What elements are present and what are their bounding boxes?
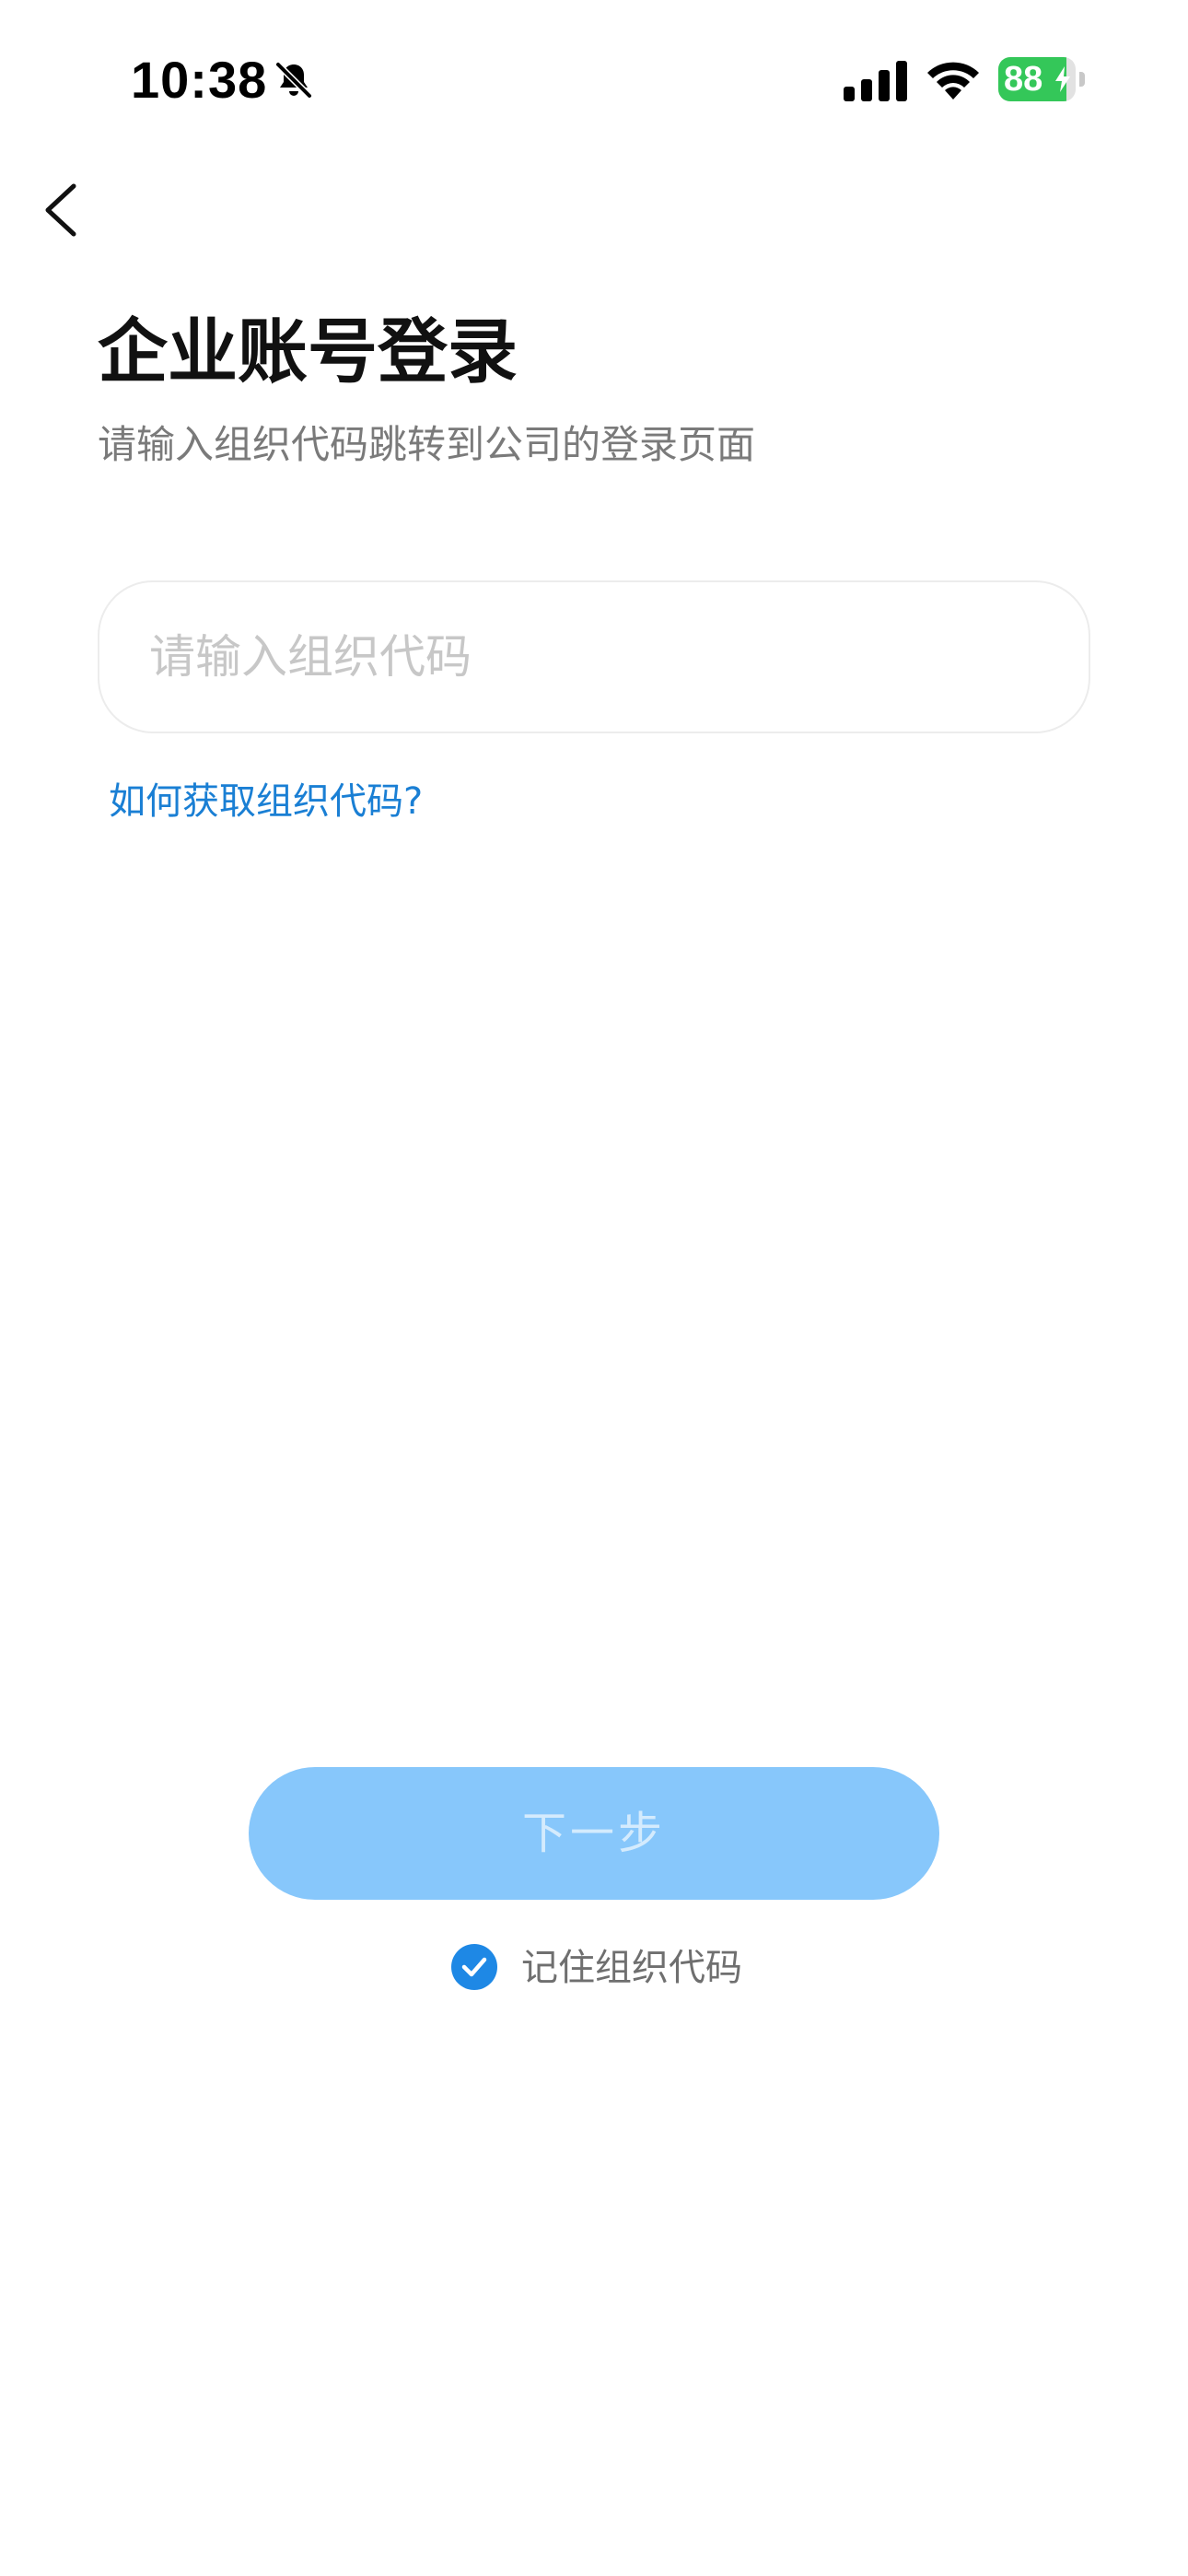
status-time: 10:38 (131, 51, 268, 109)
cellular-signal-icon (844, 61, 907, 101)
charging-bolt-icon (1055, 66, 1070, 92)
checkmark-icon (461, 1957, 487, 1977)
remember-checkbox[interactable] (451, 1944, 497, 1990)
battery-percent: 88 (1004, 60, 1043, 99)
chevron-left-icon (45, 183, 76, 237)
page-subtitle: 请输入组织代码跳转到公司的登录页面 (98, 422, 756, 467)
battery-cap (1079, 72, 1085, 87)
org-code-input[interactable] (149, 582, 1033, 732)
battery-body: 88 (998, 57, 1076, 101)
bell-slash-icon (274, 61, 313, 100)
wifi-icon (927, 62, 979, 100)
next-button[interactable]: 下一步 (249, 1767, 939, 1900)
back-button[interactable] (33, 171, 98, 249)
remember-label: 记住组织代码 (521, 1947, 742, 1989)
page-title: 企业账号登录 (98, 310, 518, 392)
status-bar: 10:38 88 (0, 0, 1188, 157)
org-code-field[interactable] (98, 580, 1090, 733)
battery-indicator: 88 (998, 57, 1090, 101)
help-link[interactable]: 如何获取组织代码? (109, 776, 423, 827)
